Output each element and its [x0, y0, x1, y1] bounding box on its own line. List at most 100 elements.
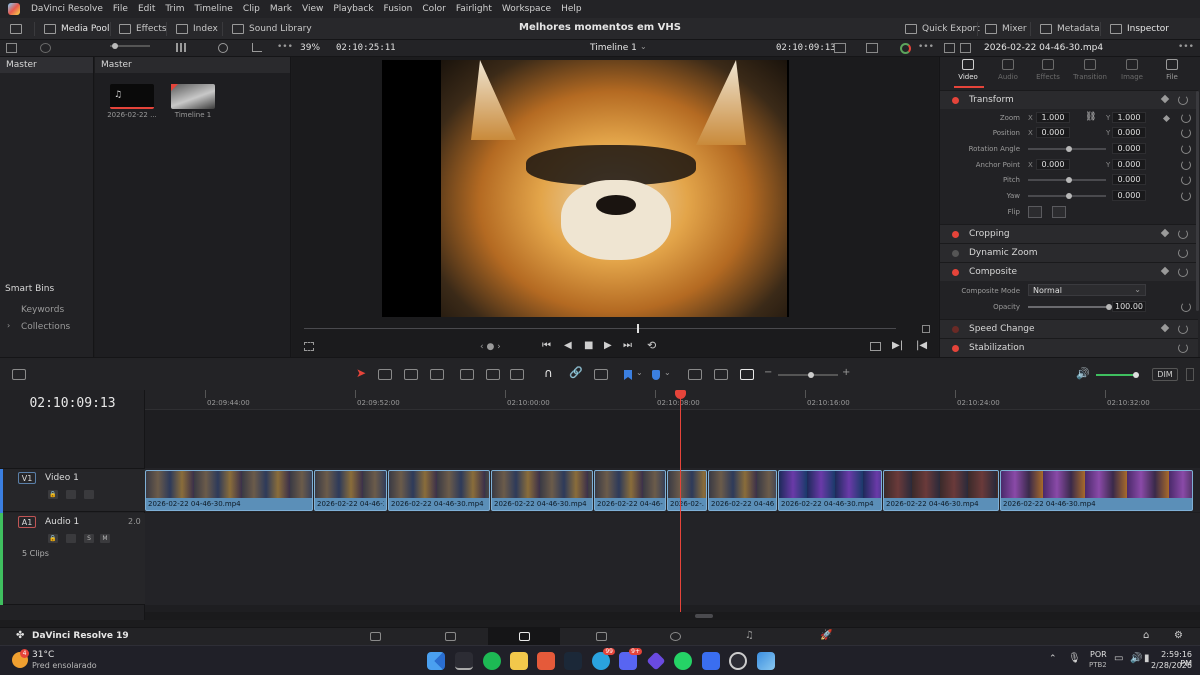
- solo-button[interactable]: S: [84, 534, 94, 543]
- smart-bin-keywords[interactable]: Keywords: [21, 305, 64, 315]
- auto-select-icon[interactable]: [66, 534, 76, 543]
- menu-file[interactable]: File: [108, 4, 133, 14]
- yaw-slider-knob[interactable]: [1066, 193, 1072, 199]
- battery-icon[interactable]: ▮: [1144, 653, 1150, 664]
- volume-icon[interactable]: 🔊: [1130, 653, 1142, 664]
- home-icon[interactable]: ⌂: [1143, 630, 1149, 641]
- timeline-ruler[interactable]: 02:09:44:00 02:09:52:00 02:10:00:00 02:1…: [145, 390, 1200, 410]
- file-explorer-icon[interactable]: [510, 652, 528, 670]
- reset-icon[interactable]: [1181, 175, 1191, 185]
- a1-track-name[interactable]: Audio 1: [45, 517, 79, 527]
- position-x-field[interactable]: 0.000: [1036, 127, 1070, 138]
- transform-section[interactable]: Transform: [940, 90, 1198, 109]
- anchor-y-field[interactable]: 0.000: [1112, 159, 1146, 170]
- zoom-y-field[interactable]: 1.000: [1112, 112, 1146, 123]
- reset-icon[interactable]: [1178, 343, 1188, 353]
- zoom-level[interactable]: 39%: [300, 43, 320, 53]
- tab-file[interactable]: File: [1152, 59, 1192, 81]
- chevron-down-icon[interactable]: ⌄: [636, 368, 643, 377]
- speed-change-toggle[interactable]: [952, 326, 959, 333]
- flip-horizontal-button[interactable]: [1028, 206, 1042, 218]
- selection-tool-icon[interactable]: ➤: [356, 366, 366, 380]
- timeline-clip[interactable]: 2026-02-22 04-46-30.mp4: [1000, 470, 1193, 511]
- media-pool-button[interactable]: Media Pool: [44, 22, 110, 36]
- stabilization-section[interactable]: Stabilization: [940, 338, 1198, 357]
- menu-mark[interactable]: Mark: [265, 4, 297, 14]
- keyframe-icon[interactable]: [1160, 94, 1170, 104]
- tab-video[interactable]: Video: [948, 59, 988, 81]
- volume-slider[interactable]: [1096, 374, 1134, 376]
- v1-track-id[interactable]: V1: [18, 472, 36, 484]
- reset-icon[interactable]: [1181, 113, 1191, 123]
- chevron-down-icon[interactable]: ⌄: [640, 42, 647, 51]
- menu-view[interactable]: View: [297, 4, 328, 14]
- chevron-down-icon[interactable]: ⌄: [664, 368, 671, 377]
- volume-knob[interactable]: [1133, 372, 1139, 378]
- marker-icon[interactable]: [652, 370, 660, 380]
- scrubber-handle[interactable]: [637, 324, 639, 333]
- chevron-right-icon[interactable]: ›: [7, 321, 10, 330]
- go-to-start-icon[interactable]: ⏮: [542, 340, 551, 351]
- color-wheel-icon[interactable]: [900, 43, 911, 54]
- timeline-clip[interactable]: 2026-02-22 04-46-30.mp4: [388, 470, 490, 511]
- color-page-icon[interactable]: [670, 632, 681, 641]
- reset-icon[interactable]: [1178, 324, 1188, 334]
- mixer-button[interactable]: Mixer: [985, 22, 1027, 36]
- keyframe-icon[interactable]: [1160, 228, 1170, 238]
- jog-control[interactable]: ‹ ● ›: [480, 342, 501, 352]
- effects-button[interactable]: Effects: [119, 22, 167, 36]
- zoom-x-field[interactable]: 1.000: [1036, 112, 1070, 123]
- sound-library-button[interactable]: Sound Library: [232, 22, 312, 36]
- cropping-section[interactable]: Cropping: [940, 224, 1198, 243]
- menu-fairlight[interactable]: Fairlight: [451, 4, 497, 14]
- clip-display-icon[interactable]: [866, 43, 878, 53]
- v1-track-name[interactable]: Video 1: [45, 473, 79, 483]
- menu-clip[interactable]: Clip: [238, 4, 265, 14]
- steam-icon[interactable]: [564, 652, 582, 670]
- position-lock-icon[interactable]: [594, 369, 608, 380]
- auto-select-icon[interactable]: [66, 490, 76, 499]
- cut-page-icon[interactable]: [445, 632, 456, 641]
- dynamic-zoom-section[interactable]: Dynamic Zoom: [940, 243, 1198, 262]
- more-options-icon[interactable]: •••: [277, 42, 293, 52]
- weather-description[interactable]: Pred ensolarado: [32, 661, 97, 670]
- more-options-icon[interactable]: •••: [1178, 42, 1194, 52]
- menu-color[interactable]: Color: [417, 4, 451, 14]
- audio-clip-thumbnail[interactable]: ♫: [110, 84, 154, 109]
- reset-icon[interactable]: [1178, 229, 1188, 239]
- opacity-field[interactable]: 100.00: [1112, 301, 1146, 312]
- go-to-end-icon[interactable]: ⏭: [623, 340, 632, 351]
- menu-app-name[interactable]: DaVinci Resolve: [26, 4, 108, 14]
- timeline-clip[interactable]: 2026-02-22 04-46-30.mp4: [778, 470, 882, 511]
- blade-tool-icon[interactable]: [430, 369, 444, 380]
- smart-bin-collections[interactable]: Collections: [21, 322, 70, 332]
- menu-edit[interactable]: Edit: [133, 4, 160, 14]
- lock-icon[interactable]: 🔒: [48, 534, 58, 543]
- mute-button[interactable]: M: [100, 534, 110, 543]
- keyframe-icon[interactable]: [1160, 323, 1170, 333]
- reset-icon[interactable]: [1178, 267, 1188, 277]
- quick-export-button[interactable]: Quick Export: [905, 22, 980, 36]
- fullscreen-icon[interactable]: [922, 325, 930, 333]
- stabilization-toggle[interactable]: [952, 345, 959, 352]
- loop-icon[interactable]: ⟲: [647, 339, 656, 352]
- composite-mode-select[interactable]: Normal ⌄: [1028, 284, 1146, 296]
- chain-link-icon[interactable]: ⛓: [1085, 112, 1096, 122]
- davinci-resolve-taskbar-icon[interactable]: [455, 652, 473, 670]
- reset-icon[interactable]: [1181, 144, 1191, 154]
- overwrite-clip-icon[interactable]: [486, 369, 500, 380]
- inspector-scrollbar[interactable]: [1196, 91, 1199, 311]
- timeline-clip[interactable]: 2026-02-22 04-46-...: [708, 470, 777, 511]
- fairlight-page-icon[interactable]: ♫: [745, 630, 754, 641]
- inspector-button[interactable]: Inspector: [1110, 22, 1169, 36]
- prev-frame-icon[interactable]: |◀: [916, 340, 927, 351]
- timeline-timecode[interactable]: 02:10:09:13: [0, 396, 145, 411]
- inspector-image-icon[interactable]: [944, 43, 955, 53]
- tab-effects[interactable]: Effects: [1028, 59, 1068, 81]
- more-options-icon[interactable]: •••: [918, 42, 934, 52]
- timeline-clip[interactable]: 2026-02-22 04-46-30.mp4: [883, 470, 999, 511]
- reset-icon[interactable]: [1181, 128, 1191, 138]
- timeline-selector[interactable]: Timeline 1: [590, 43, 637, 53]
- zoom-in-icon[interactable]: +: [842, 367, 850, 378]
- timeline-clip[interactable]: 2026-02-22 04-46-30.mp4: [145, 470, 313, 511]
